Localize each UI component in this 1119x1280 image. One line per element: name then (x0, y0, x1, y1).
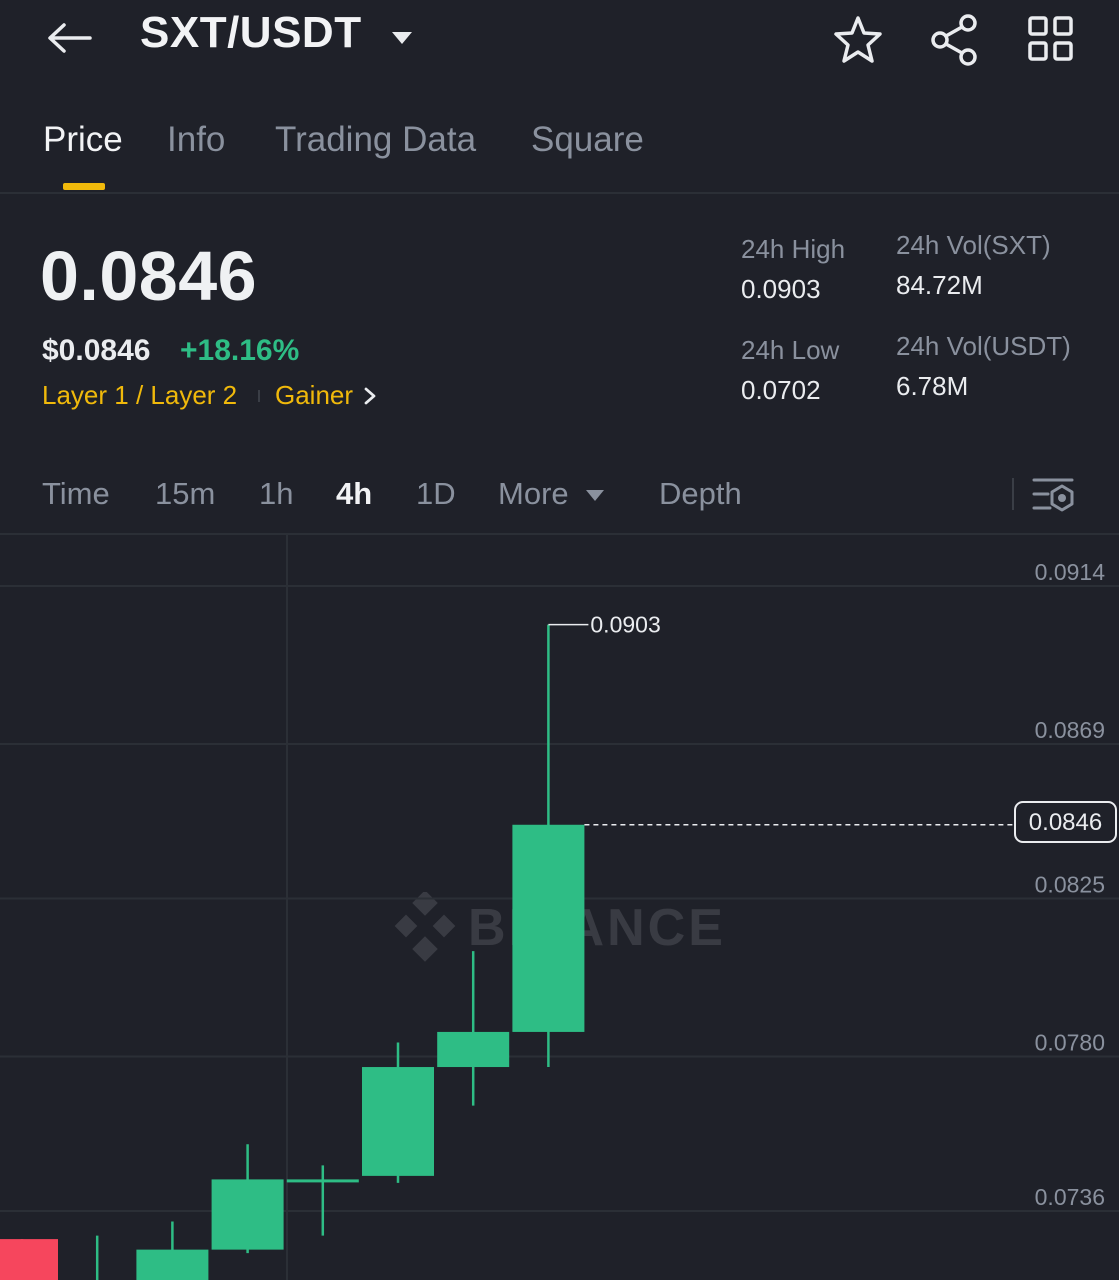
stat-24h-low-label: 24h Low (741, 335, 840, 365)
back-arrow-icon[interactable] (44, 18, 94, 58)
stat-24h-vol-usdt-label: 24h Vol(USDT) (896, 331, 1071, 361)
y-axis-label: 0.0825 (1035, 872, 1105, 898)
share-icon[interactable] (928, 14, 982, 66)
percent-change: +18.16% (180, 334, 300, 367)
candle (0, 1239, 58, 1280)
candle-body (286, 1179, 359, 1183)
candle-body (437, 1031, 510, 1068)
candle-body (211, 1179, 284, 1250)
candle (362, 1042, 434, 1183)
chart-settings-icon[interactable] (1030, 474, 1076, 514)
candle-body (512, 824, 585, 1032)
usd-price: $0.0846 (42, 334, 151, 367)
high-marker-label: 0.0903 (590, 612, 660, 638)
interval-1h[interactable]: 1h (259, 476, 293, 512)
last-price: 0.0846 (40, 237, 258, 315)
toolbar-divider (1012, 478, 1014, 510)
candle (286, 1165, 359, 1236)
interval-more[interactable]: More (498, 476, 569, 512)
markers: 0.0903 (548, 612, 1014, 826)
stat-24h-low-value: 0.0702 (741, 375, 821, 405)
grid-icon[interactable] (1026, 14, 1076, 64)
candle (95, 1235, 99, 1280)
tab-trading-data[interactable]: Trading Data (275, 120, 476, 160)
tabs-divider (0, 192, 1119, 194)
stat-24h-high-label: 24h High (741, 234, 846, 264)
y-axis-label: 0.0914 (1035, 559, 1106, 585)
tab-square[interactable]: Square (531, 120, 644, 160)
stat-24h-vol-usdt-value: 6.78M (896, 371, 969, 401)
stat-24h-vol-sxt-label: 24h Vol(SXT) (896, 230, 1051, 260)
candle (437, 951, 510, 1106)
stat-24h-high-value: 0.0903 (741, 274, 821, 304)
candle-body (0, 1239, 58, 1280)
y-axis-label: 0.0869 (1035, 717, 1105, 743)
candle-body (362, 1067, 434, 1176)
pair-title[interactable]: SXT/USDT (140, 8, 362, 58)
tab-price[interactable]: Price (43, 120, 123, 160)
y-axis-label: 0.0780 (1035, 1030, 1105, 1056)
tag-separator (258, 390, 260, 402)
current-price-label: 0.0846 (1028, 809, 1103, 836)
candle (136, 1221, 209, 1280)
star-icon[interactable] (832, 14, 884, 66)
tag-layer[interactable]: Layer 1 / Layer 2 (42, 380, 237, 411)
interval-time[interactable]: Time (42, 476, 110, 512)
candlestick-chart[interactable]: 0.0914 0.0869 0.0825 0.0780 0.0736 0.0903 (0, 535, 1119, 1280)
interval-1d[interactable]: 1D (416, 476, 456, 512)
active-tab-indicator (63, 183, 105, 190)
y-axis-label: 0.0736 (1035, 1184, 1105, 1210)
interval-depth[interactable]: Depth (659, 476, 742, 512)
tag-gainer[interactable]: Gainer (275, 380, 353, 411)
y-axis-labels: 0.0914 0.0869 0.0825 0.0780 0.0736 (1035, 559, 1106, 1210)
chevron-right-icon[interactable] (362, 386, 378, 406)
stat-24h-vol-sxt-value: 84.72M (896, 270, 983, 300)
caret-down-icon[interactable] (585, 488, 605, 502)
candle-body (136, 1249, 209, 1280)
interval-4h[interactable]: 4h (336, 476, 372, 512)
candles (0, 624, 585, 1280)
interval-15m[interactable]: 15m (155, 476, 215, 512)
caret-down-icon[interactable] (390, 28, 414, 48)
candle (512, 624, 585, 1068)
candle (211, 1144, 284, 1254)
tab-info[interactable]: Info (167, 120, 225, 160)
